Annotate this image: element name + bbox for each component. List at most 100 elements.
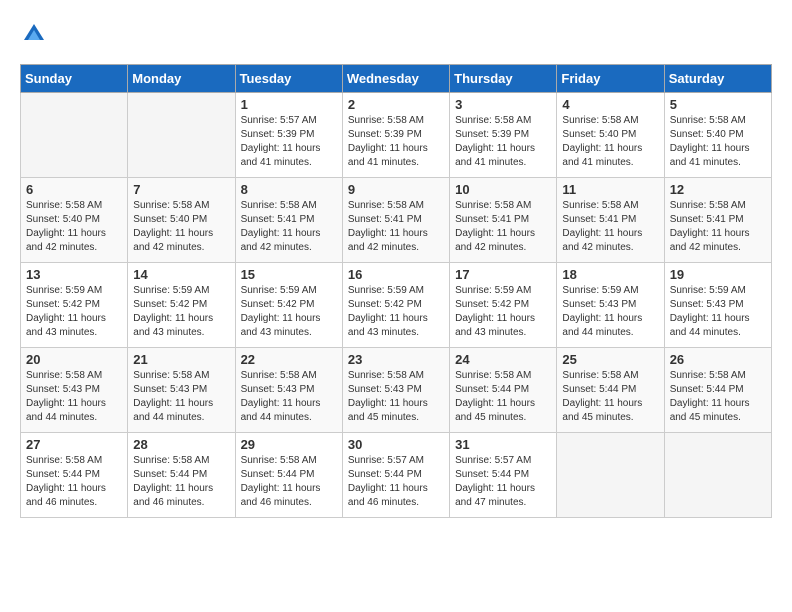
- calendar-cell: [664, 433, 771, 518]
- calendar-cell: [557, 433, 664, 518]
- day-number: 5: [670, 97, 766, 112]
- calendar-week-row: 27 Sunrise: 5:58 AM Sunset: 5:44 PM Dayli…: [21, 433, 772, 518]
- day-number: 30: [348, 437, 444, 452]
- day-header: Sunday: [21, 65, 128, 93]
- day-info: Sunrise: 5:58 AM Sunset: 5:40 PM Dayligh…: [670, 114, 766, 170]
- day-number: 22: [241, 352, 337, 367]
- day-number: 15: [241, 267, 337, 282]
- day-number: 6: [26, 182, 122, 197]
- calendar-cell: 18 Sunrise: 5:59 AM Sunset: 5:43 PM Dayli…: [557, 263, 664, 348]
- calendar-cell: 9 Sunrise: 5:58 AM Sunset: 5:41 PM Daylig…: [342, 178, 449, 263]
- day-info: Sunrise: 5:59 AM Sunset: 5:42 PM Dayligh…: [455, 284, 551, 340]
- day-info: Sunrise: 5:58 AM Sunset: 5:41 PM Dayligh…: [455, 199, 551, 255]
- day-info: Sunrise: 5:58 AM Sunset: 5:44 PM Dayligh…: [133, 454, 229, 510]
- calendar-week-row: 6 Sunrise: 5:58 AM Sunset: 5:40 PM Daylig…: [21, 178, 772, 263]
- day-info: Sunrise: 5:58 AM Sunset: 5:39 PM Dayligh…: [455, 114, 551, 170]
- day-number: 7: [133, 182, 229, 197]
- logo: [20, 20, 54, 48]
- day-info: Sunrise: 5:59 AM Sunset: 5:43 PM Dayligh…: [562, 284, 658, 340]
- day-number: 4: [562, 97, 658, 112]
- day-info: Sunrise: 5:58 AM Sunset: 5:44 PM Dayligh…: [241, 454, 337, 510]
- calendar-cell: 15Sunrise: 5:59 AM Sunset: 5:42 PM Dayli…: [235, 263, 342, 348]
- day-number: 16: [348, 267, 444, 282]
- day-info: Sunrise: 5:58 AM Sunset: 5:44 PM Dayligh…: [562, 369, 658, 425]
- day-header: Saturday: [664, 65, 771, 93]
- calendar-cell: 2Sunrise: 5:58 AM Sunset: 5:39 PM Daylig…: [342, 93, 449, 178]
- day-number: 21: [133, 352, 229, 367]
- day-info: Sunrise: 5:58 AM Sunset: 5:43 PM Dayligh…: [348, 369, 444, 425]
- calendar-cell: 1 Sunrise: 5:57 AM Sunset: 5:39 PM Daylig…: [235, 93, 342, 178]
- day-info: Sunrise: 5:58 AM Sunset: 5:41 PM Dayligh…: [562, 199, 658, 255]
- day-header: Thursday: [450, 65, 557, 93]
- day-number: 19: [670, 267, 766, 282]
- calendar-cell: 12Sunrise: 5:58 AM Sunset: 5:41 PM Dayli…: [664, 178, 771, 263]
- day-info: Sunrise: 5:58 AM Sunset: 5:40 PM Dayligh…: [133, 199, 229, 255]
- calendar-cell: 10 Sunrise: 5:58 AM Sunset: 5:41 PM Dayli…: [450, 178, 557, 263]
- day-number: 13: [26, 267, 122, 282]
- day-info: Sunrise: 5:58 AM Sunset: 5:43 PM Dayligh…: [241, 369, 337, 425]
- day-info: Sunrise: 5:59 AM Sunset: 5:42 PM Dayligh…: [133, 284, 229, 340]
- day-number: 29: [241, 437, 337, 452]
- day-number: 17: [455, 267, 551, 282]
- day-number: 27: [26, 437, 122, 452]
- calendar-table: SundayMondayTuesdayWednesdayThursdayFrid…: [20, 64, 772, 518]
- calendar-cell: 11 Sunrise: 5:58 AM Sunset: 5:41 PM Dayli…: [557, 178, 664, 263]
- day-number: 28: [133, 437, 229, 452]
- calendar-cell: 25 Sunrise: 5:58 AM Sunset: 5:44 PM Dayli…: [557, 348, 664, 433]
- calendar-cell: [21, 93, 128, 178]
- day-number: 18: [562, 267, 658, 282]
- day-number: 26: [670, 352, 766, 367]
- day-number: 25: [562, 352, 658, 367]
- day-number: 24: [455, 352, 551, 367]
- calendar-week-row: 1 Sunrise: 5:57 AM Sunset: 5:39 PM Daylig…: [21, 93, 772, 178]
- day-info: Sunrise: 5:59 AM Sunset: 5:42 PM Dayligh…: [348, 284, 444, 340]
- day-number: 23: [348, 352, 444, 367]
- day-number: 14: [133, 267, 229, 282]
- day-info: Sunrise: 5:57 AM Sunset: 5:44 PM Dayligh…: [348, 454, 444, 510]
- calendar-cell: 7 Sunrise: 5:58 AM Sunset: 5:40 PM Daylig…: [128, 178, 235, 263]
- day-number: 1: [241, 97, 337, 112]
- day-header: Tuesday: [235, 65, 342, 93]
- calendar-cell: 13 Sunrise: 5:59 AM Sunset: 5:42 PM Dayli…: [21, 263, 128, 348]
- calendar-cell: 29 Sunrise: 5:58 AM Sunset: 5:44 PM Dayli…: [235, 433, 342, 518]
- day-info: Sunrise: 5:57 AM Sunset: 5:44 PM Dayligh…: [455, 454, 551, 510]
- calendar-cell: 27Sunrise: 5:58 AM Sunset: 5:44 PM Dayli…: [21, 433, 128, 518]
- calendar-cell: 14 Sunrise: 5:59 AM Sunset: 5:42 PM Dayli…: [128, 263, 235, 348]
- calendar-cell: 21 Sunrise: 5:58 AM Sunset: 5:43 PM Dayli…: [128, 348, 235, 433]
- day-number: 2: [348, 97, 444, 112]
- calendar-cell: 22 Sunrise: 5:58 AM Sunset: 5:43 PM Dayli…: [235, 348, 342, 433]
- calendar-cell: 8Sunrise: 5:58 AM Sunset: 5:41 PM Daylig…: [235, 178, 342, 263]
- day-header: Monday: [128, 65, 235, 93]
- day-number: 20: [26, 352, 122, 367]
- day-info: Sunrise: 5:59 AM Sunset: 5:42 PM Dayligh…: [26, 284, 122, 340]
- calendar-cell: 30 Sunrise: 5:57 AM Sunset: 5:44 PM Dayli…: [342, 433, 449, 518]
- day-info: Sunrise: 5:58 AM Sunset: 5:41 PM Dayligh…: [348, 199, 444, 255]
- calendar-cell: 6 Sunrise: 5:58 AM Sunset: 5:40 PM Daylig…: [21, 178, 128, 263]
- calendar-cell: 24 Sunrise: 5:58 AM Sunset: 5:44 PM Dayli…: [450, 348, 557, 433]
- day-info: Sunrise: 5:58 AM Sunset: 5:43 PM Dayligh…: [133, 369, 229, 425]
- day-info: Sunrise: 5:59 AM Sunset: 5:43 PM Dayligh…: [670, 284, 766, 340]
- logo-icon: [20, 20, 48, 48]
- day-number: 11: [562, 182, 658, 197]
- calendar-cell: 31 Sunrise: 5:57 AM Sunset: 5:44 PM Dayli…: [450, 433, 557, 518]
- day-info: Sunrise: 5:58 AM Sunset: 5:40 PM Dayligh…: [26, 199, 122, 255]
- calendar-cell: 16 Sunrise: 5:59 AM Sunset: 5:42 PM Dayli…: [342, 263, 449, 348]
- calendar-cell: 19 Sunrise: 5:59 AM Sunset: 5:43 PM Dayli…: [664, 263, 771, 348]
- day-header: Friday: [557, 65, 664, 93]
- day-number: 10: [455, 182, 551, 197]
- day-info: Sunrise: 5:58 AM Sunset: 5:40 PM Dayligh…: [562, 114, 658, 170]
- day-info: Sunrise: 5:58 AM Sunset: 5:44 PM Dayligh…: [455, 369, 551, 425]
- calendar-cell: 17 Sunrise: 5:59 AM Sunset: 5:42 PM Dayli…: [450, 263, 557, 348]
- calendar-cell: 28 Sunrise: 5:58 AM Sunset: 5:44 PM Dayli…: [128, 433, 235, 518]
- day-number: 3: [455, 97, 551, 112]
- calendar-week-row: 13 Sunrise: 5:59 AM Sunset: 5:42 PM Dayli…: [21, 263, 772, 348]
- day-info: Sunrise: 5:58 AM Sunset: 5:44 PM Dayligh…: [670, 369, 766, 425]
- calendar-cell: 5 Sunrise: 5:58 AM Sunset: 5:40 PM Daylig…: [664, 93, 771, 178]
- page-header: [20, 20, 772, 48]
- day-number: 12: [670, 182, 766, 197]
- day-header: Wednesday: [342, 65, 449, 93]
- calendar-cell: 26 Sunrise: 5:58 AM Sunset: 5:44 PM Dayli…: [664, 348, 771, 433]
- day-number: 9: [348, 182, 444, 197]
- day-info: Sunrise: 5:57 AM Sunset: 5:39 PM Dayligh…: [241, 114, 337, 170]
- day-number: 31: [455, 437, 551, 452]
